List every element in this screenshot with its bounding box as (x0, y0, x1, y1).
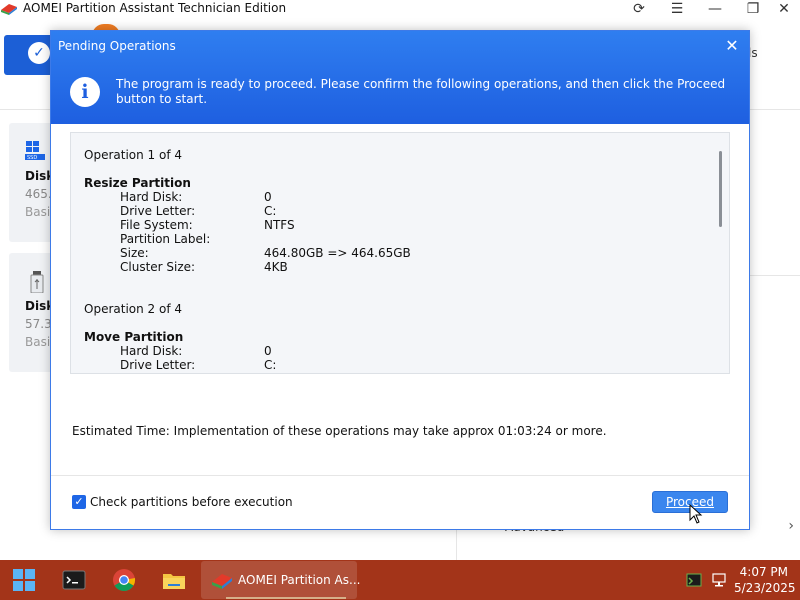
row-key: Partition Label: (120, 232, 211, 246)
row-value: 4KB (264, 260, 288, 274)
chrome-icon[interactable] (112, 568, 136, 592)
row-key: Size: (120, 246, 149, 260)
ssd-disk-icon: SSD (25, 141, 45, 161)
info-message: The program is ready to proceed. Please … (116, 77, 726, 106)
restore-icon[interactable]: ❐ (743, 0, 763, 18)
disk-size: 465. (25, 187, 52, 201)
operation-item: Operation 2 of 4 Move Partition Hard Dis… (84, 302, 704, 372)
operation-row: Drive Letter: C: (84, 204, 704, 218)
operation-title: Resize Partition (84, 176, 191, 190)
operation-row: Hard Disk: 0 (84, 344, 704, 358)
row-key: File System: (120, 218, 193, 232)
row-key: Drive Letter: (120, 358, 196, 372)
check-partitions-label[interactable]: Check partitions before execution (90, 495, 293, 509)
file-explorer-icon[interactable] (162, 568, 186, 592)
row-value: C: (264, 204, 277, 218)
operation-row: Partition Label: (84, 232, 704, 246)
svg-text:SSD: SSD (27, 155, 37, 161)
row-value: NTFS (264, 218, 295, 232)
apply-check-icon: ✓ (28, 42, 50, 64)
mouse-cursor-icon (689, 504, 703, 524)
row-key: Cluster Size: (120, 260, 196, 274)
row-value: 0 (264, 344, 272, 358)
taskbar-app-label: AOMEI Partition As... (238, 573, 361, 587)
pending-operations-dialog: Pending Operations ✕ i The program is re… (50, 30, 750, 530)
terminal-tray-icon[interactable] (686, 572, 702, 588)
estimated-time: Estimated Time: Implementation of these … (72, 424, 607, 438)
row-value (264, 232, 704, 246)
aomei-taskbar-icon (212, 574, 232, 589)
operations-list[interactable]: Operation 1 of 4 Resize Partition Hard D… (70, 132, 730, 374)
taskbar-aomei-app[interactable]: AOMEI Partition As... (201, 561, 361, 599)
operation-row: Size: 464.80GB => 464.65GB (84, 246, 704, 260)
windows-start-icon[interactable] (12, 568, 36, 592)
clock-date[interactable]: 5/23/2025 (734, 581, 796, 596)
dialog-title: Pending Operations (58, 39, 176, 53)
active-indicator (226, 597, 346, 599)
operation-header: Operation 1 of 4 (84, 148, 182, 162)
operations-content: Operation 1 of 4 Resize Partition Hard D… (84, 148, 704, 373)
clock-time[interactable]: 4:07 PM (738, 565, 788, 580)
row-value: C: (264, 358, 277, 372)
close-window-icon[interactable]: ✕ (774, 0, 794, 18)
operation-row: Drive Letter: C: (84, 358, 704, 372)
dialog-header: Pending Operations ✕ i The program is re… (51, 31, 749, 124)
app-title: AOMEI Partition Assistant Technician Edi… (23, 1, 287, 15)
disk-size: 57.3 (25, 317, 52, 331)
menu-icon[interactable]: ☰ (667, 0, 687, 18)
scrollbar-thumb[interactable] (719, 151, 722, 227)
row-value: 464.80GB => 464.65GB (264, 246, 411, 260)
row-key: Drive Letter: (120, 204, 196, 218)
terminal-icon[interactable] (62, 568, 86, 592)
operation-item: Operation 1 of 4 Resize Partition Hard D… (84, 148, 704, 274)
row-key: Hard Disk: (120, 344, 183, 358)
close-icon[interactable]: ✕ (723, 37, 741, 55)
chevron-right-icon[interactable]: › (788, 518, 794, 534)
operation-row: File System: NTFS (84, 218, 704, 232)
operation-row: Hard Disk: 0 (84, 190, 704, 204)
row-key: Hard Disk: (120, 190, 183, 204)
taskbar: AOMEI Partition As... 4:07 PM 5/23/2025 (0, 560, 800, 600)
row-value: 0 (264, 190, 272, 204)
minimize-icon[interactable]: — (705, 0, 725, 18)
operation-title: Move Partition (84, 330, 184, 344)
network-icon[interactable] (711, 572, 727, 588)
app-titlebar: AOMEI Partition Assistant Technician Edi… (0, 0, 800, 18)
operation-header: Operation 2 of 4 (84, 302, 182, 316)
info-icon: i (70, 77, 100, 107)
operation-row: Cluster Size: 4KB (84, 260, 704, 274)
usb-disk-icon (30, 271, 44, 293)
aomei-logo-icon (1, 4, 17, 15)
dialog-footer: ✓ Check partitions before execution Proc… (51, 475, 749, 529)
check-partitions-checkbox[interactable]: ✓ (72, 495, 86, 509)
refresh-icon[interactable]: ⟳ (629, 0, 649, 18)
